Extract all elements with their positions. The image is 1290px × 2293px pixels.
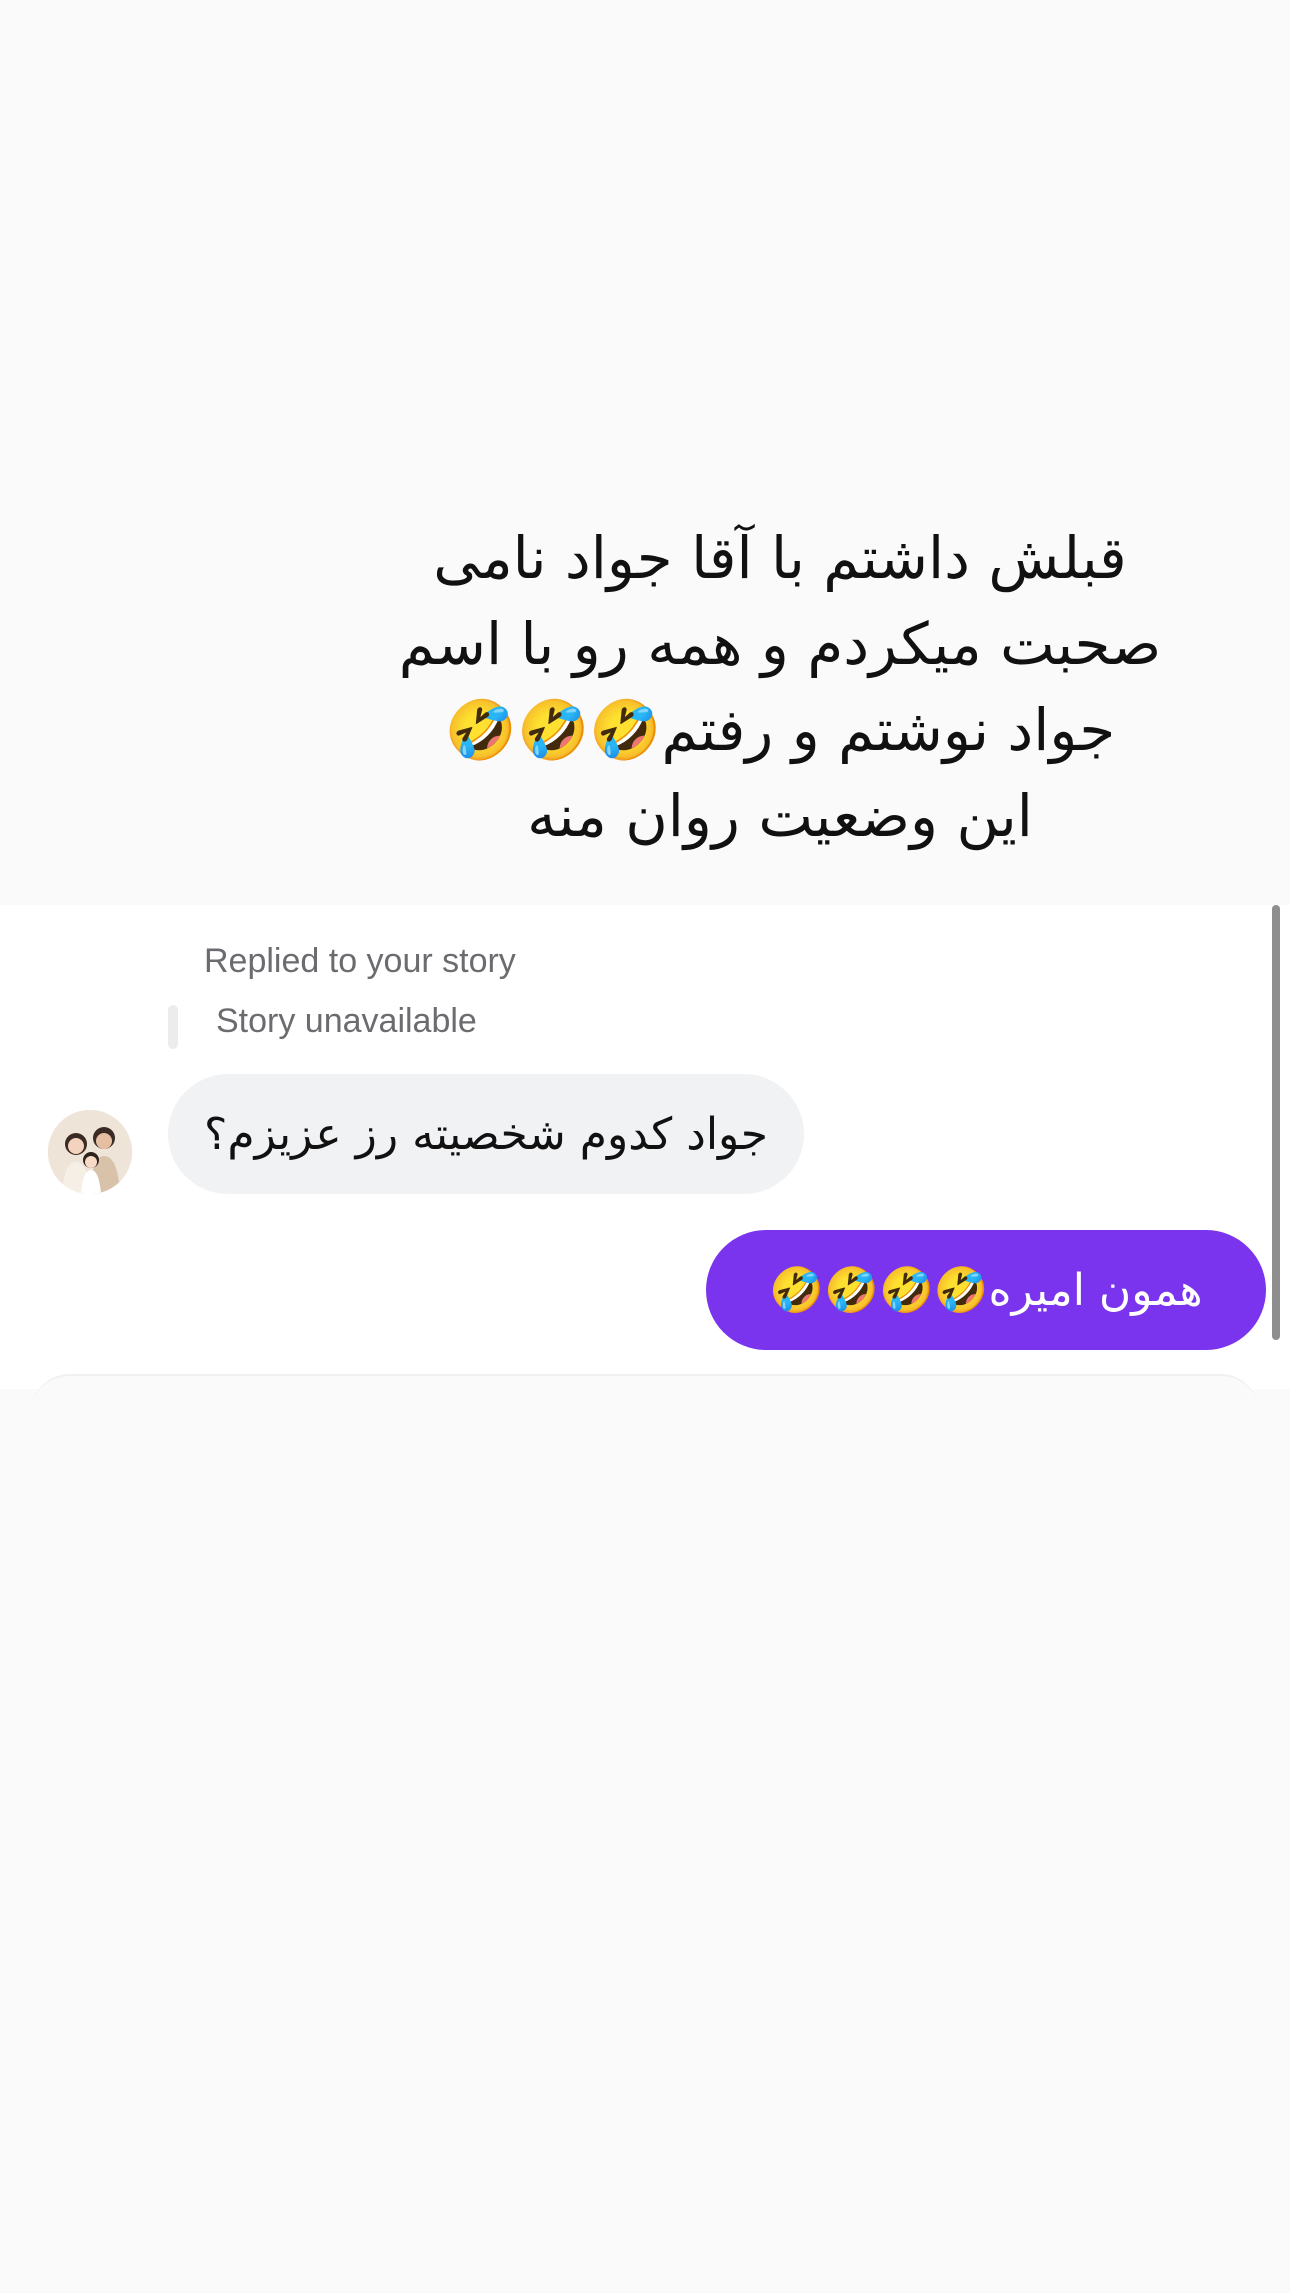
- story-caption-text: قبلش داشتم با آقا جواد نامی صحبت میکردم …: [398, 524, 1162, 850]
- story-reply-note: Replied to your story: [204, 942, 516, 980]
- message-composer-edge: [30, 1374, 1260, 1436]
- screen: قبلش داشتم با آقا جواد نامی صحبت میکردم …: [0, 0, 1290, 2293]
- avatar-illustration: [48, 1110, 132, 1194]
- avatar[interactable]: [48, 1110, 132, 1194]
- scrollbar[interactable]: [1272, 905, 1280, 1340]
- outgoing-message-bubble[interactable]: همون امیره🤣🤣🤣🤣: [706, 1230, 1266, 1350]
- story-unavailable-label[interactable]: Story unavailable: [216, 1002, 477, 1041]
- incoming-message-bubble[interactable]: جواد کدوم شخصیته رز عزیزم؟: [168, 1074, 804, 1194]
- story-quote-bar: [168, 1005, 178, 1049]
